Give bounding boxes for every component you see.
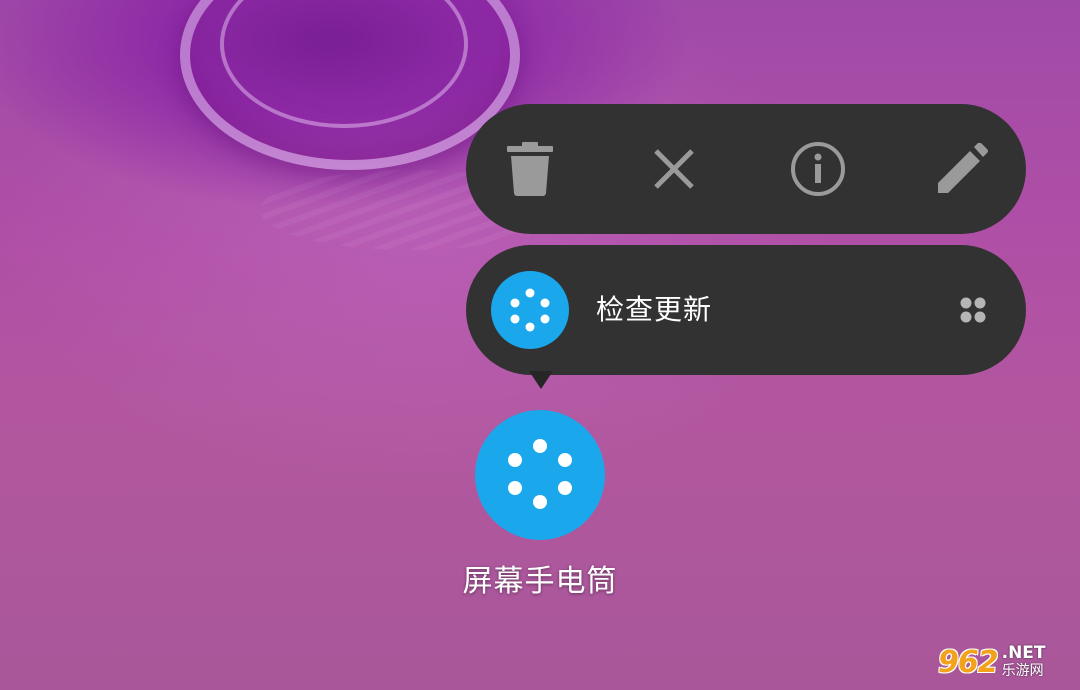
remove-button[interactable]: [500, 139, 560, 199]
dots-ring-icon: [510, 288, 550, 332]
drag-handle-icon[interactable]: [958, 295, 988, 325]
shortcut-app-icon: [491, 271, 569, 349]
app-info-button[interactable]: [788, 139, 848, 199]
dots-ring-icon: [508, 439, 572, 509]
cancel-button[interactable]: [644, 139, 704, 199]
close-icon: [652, 147, 696, 191]
site-watermark: 962 .NET 乐游网: [938, 638, 1074, 686]
edit-button[interactable]: [932, 139, 992, 199]
home-screen: 检查更新 屏幕手电筒 962 .NET 乐游网: [0, 0, 1080, 690]
watermark-text: 乐游网: [1001, 663, 1044, 679]
trash-icon: [507, 142, 553, 196]
info-icon: [790, 141, 846, 197]
popup-pointer: [529, 371, 553, 389]
shortcut-label: 检查更新: [596, 293, 713, 326]
app-icon-screen-flashlight[interactable]: [475, 410, 605, 540]
app-label: 屏幕手电筒: [462, 564, 618, 599]
app-actions-panel: [466, 104, 1026, 234]
shortcut-item[interactable]: 检查更新: [466, 245, 1026, 375]
watermark-suffix: .NET: [1001, 643, 1046, 663]
watermark-number: 962: [938, 644, 999, 680]
pencil-icon: [936, 143, 988, 195]
